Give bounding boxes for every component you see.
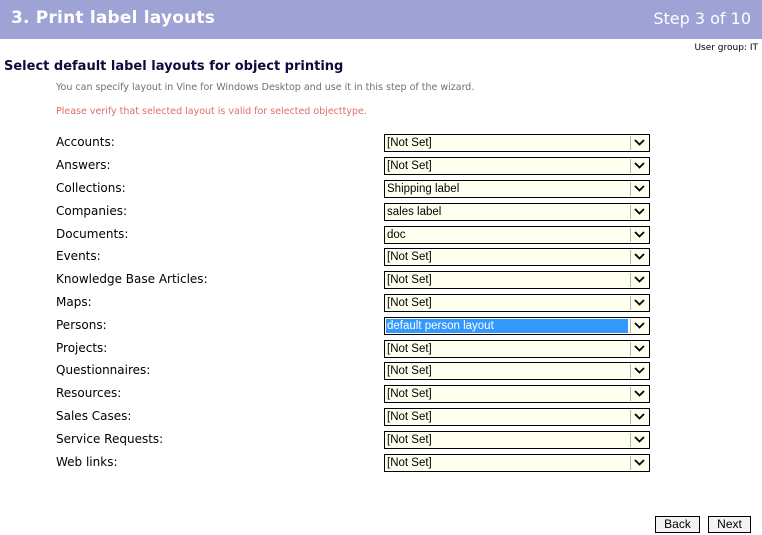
layout-row-accounts: Accounts: [Not Set]	[0, 134, 762, 154]
row-label: Web links:	[56, 455, 118, 469]
chevron-down-icon[interactable]	[630, 273, 648, 287]
select-value: [Not Set]	[387, 137, 432, 149]
select-value: [Not Set]	[387, 388, 432, 400]
back-button[interactable]: Back	[655, 516, 700, 533]
chevron-down-icon[interactable]	[630, 182, 648, 196]
row-label: Knowledge Base Articles:	[56, 272, 208, 286]
layout-row-service-requests: Service Requests: [Not Set]	[0, 431, 762, 451]
chevron-down-icon[interactable]	[630, 456, 648, 470]
layout-select-web-links[interactable]: [Not Set]	[384, 454, 650, 472]
row-label: Maps:	[56, 295, 92, 309]
select-value: default person layout	[386, 319, 628, 333]
layout-row-maps: Maps: [Not Set]	[0, 294, 762, 314]
row-label: Projects:	[56, 341, 108, 355]
row-label: Resources:	[56, 386, 122, 400]
chevron-down-icon[interactable]	[630, 250, 648, 264]
select-value: [Not Set]	[387, 297, 432, 309]
chevron-down-icon[interactable]	[630, 159, 648, 173]
row-label: Service Requests:	[56, 432, 164, 446]
layout-select-questionnaires[interactable]: [Not Set]	[384, 362, 650, 380]
layout-select-sales-cases[interactable]: [Not Set]	[384, 408, 650, 426]
layout-select-knowledge-base-articles[interactable]: [Not Set]	[384, 271, 650, 289]
layout-row-knowledge-base-articles: Knowledge Base Articles: [Not Set]	[0, 271, 762, 291]
chevron-down-icon[interactable]	[630, 136, 648, 150]
user-group-label: User group: IT	[694, 43, 758, 53]
next-button[interactable]: Next	[708, 516, 751, 533]
select-value: [Not Set]	[387, 365, 432, 377]
layout-row-persons: Persons: default person layout	[0, 317, 762, 337]
layout-select-persons[interactable]: default person layout	[384, 317, 650, 335]
select-value: [Not Set]	[387, 457, 432, 469]
layout-row-documents: Documents: doc	[0, 226, 762, 246]
chevron-down-icon[interactable]	[630, 410, 648, 424]
layout-select-resources[interactable]: [Not Set]	[384, 385, 650, 403]
chevron-down-icon[interactable]	[630, 296, 648, 310]
warning-text: Please verify that selected layout is va…	[56, 106, 367, 117]
layout-row-sales-cases: Sales Cases: [Not Set]	[0, 408, 762, 428]
chevron-down-icon[interactable]	[630, 387, 648, 401]
select-value: Shipping label	[387, 183, 460, 195]
layout-select-companies[interactable]: sales label	[384, 203, 650, 221]
select-value: doc	[387, 229, 406, 241]
select-value: [Not Set]	[387, 343, 432, 355]
layout-select-service-requests[interactable]: [Not Set]	[384, 431, 650, 449]
select-value: sales label	[387, 206, 442, 218]
layout-select-accounts[interactable]: [Not Set]	[384, 134, 650, 152]
row-label: Sales Cases:	[56, 409, 132, 423]
chevron-down-icon[interactable]	[630, 433, 648, 447]
row-label: Persons:	[56, 318, 107, 332]
select-value: [Not Set]	[387, 411, 432, 423]
layout-select-events[interactable]: [Not Set]	[384, 248, 650, 266]
select-value: [Not Set]	[387, 251, 432, 263]
layout-select-documents[interactable]: doc	[384, 226, 650, 244]
row-label: Collections:	[56, 181, 126, 195]
chevron-down-icon[interactable]	[630, 319, 648, 333]
layout-select-answers[interactable]: [Not Set]	[384, 157, 650, 175]
layout-row-answers: Answers: [Not Set]	[0, 157, 762, 177]
info-text: You can specify layout in Vine for Windo…	[56, 82, 475, 93]
row-label: Questionnaires:	[56, 363, 151, 377]
layout-row-events: Events: [Not Set]	[0, 248, 762, 268]
select-value: [Not Set]	[387, 434, 432, 446]
layout-select-collections[interactable]: Shipping label	[384, 180, 650, 198]
layout-row-companies: Companies: sales label	[0, 203, 762, 223]
section-title: Select default label layouts for object …	[4, 59, 344, 74]
layout-row-questionnaires: Questionnaires: [Not Set]	[0, 362, 762, 382]
wizard-title: 3. Print label layouts	[11, 8, 216, 28]
wizard-step-indicator: Step 3 of 10	[653, 9, 751, 28]
layout-row-web-links: Web links: [Not Set]	[0, 454, 762, 474]
layout-row-resources: Resources: [Not Set]	[0, 385, 762, 405]
row-label: Documents:	[56, 227, 129, 241]
layout-select-projects[interactable]: [Not Set]	[384, 340, 650, 358]
chevron-down-icon[interactable]	[630, 228, 648, 242]
select-value: [Not Set]	[387, 160, 432, 172]
chevron-down-icon[interactable]	[630, 205, 648, 219]
chevron-down-icon[interactable]	[630, 364, 648, 378]
select-value: [Not Set]	[387, 274, 432, 286]
row-label: Companies:	[56, 204, 127, 218]
row-label: Answers:	[56, 158, 111, 172]
wizard-header: 3. Print label layouts Step 3 of 10	[0, 0, 762, 39]
row-label: Events:	[56, 249, 101, 263]
layout-select-maps[interactable]: [Not Set]	[384, 294, 650, 312]
layout-row-projects: Projects: [Not Set]	[0, 340, 762, 360]
layout-row-collections: Collections: Shipping label	[0, 180, 762, 200]
row-label: Accounts:	[56, 135, 115, 149]
chevron-down-icon[interactable]	[630, 342, 648, 356]
